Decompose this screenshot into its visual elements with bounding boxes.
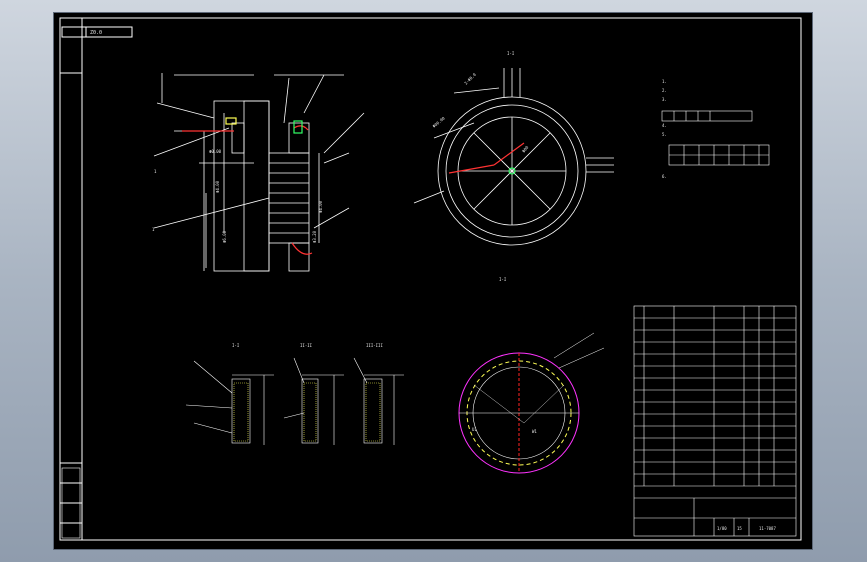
- top-left-label: Z0.0: [90, 30, 102, 36]
- svg-text:Φ00.00: Φ00.00: [431, 115, 446, 128]
- svg-text:1: 1: [154, 169, 157, 174]
- note-2: 2.: [662, 88, 667, 93]
- circular-plan-labels: 2-Φ0.0 Φ00.00 Φ00 I-I: [431, 51, 529, 154]
- svg-text:Φ6.00: Φ6.00: [222, 230, 227, 243]
- note-1: 1.: [662, 79, 667, 84]
- svg-text:I-I: I-I: [499, 277, 507, 282]
- circular-plan-view: [413, 68, 614, 246]
- parts-list-table: [633, 305, 797, 537]
- section-views: [185, 357, 404, 445]
- side-section-view: [153, 73, 365, 272]
- section-hatch: [233, 382, 381, 442]
- winding-diagram: [458, 332, 605, 474]
- circular-plan-colored: [448, 142, 525, 175]
- winding-labels: I-I U1 W1: [472, 277, 537, 434]
- svg-text:I-I: I-I: [507, 51, 515, 56]
- top-left-label-box: Z0.0: [61, 26, 133, 38]
- note-3: 3.: [662, 97, 667, 102]
- svg-text:Φ00: Φ00: [521, 144, 530, 153]
- svg-text:Φ4.00: Φ4.00: [318, 200, 323, 213]
- section-label-3: III-III: [366, 343, 383, 348]
- section-label-2: II-II: [300, 343, 313, 348]
- section-label-1: I-I: [232, 343, 240, 348]
- note-6: 6.: [662, 174, 667, 179]
- scale-b: 15: [737, 526, 742, 531]
- scale-a: 1/80: [717, 526, 727, 531]
- technical-notes: 1. 2. 3. 4. 5. 6.: [661, 79, 770, 179]
- engineering-drawing: Z0.0 Φ0.00 Φ4.00 Φ6.00 Φ4.00 Φ3.20 1 1 2…: [59, 17, 802, 541]
- drawing-number: 11-7087: [759, 526, 776, 531]
- svg-text:U1: U1: [472, 427, 477, 432]
- svg-text:W1: W1: [532, 429, 537, 434]
- svg-text:Φ0.00: Φ0.00: [209, 149, 222, 154]
- svg-text:Φ4.00: Φ4.00: [215, 180, 220, 193]
- note-4: 4.: [662, 123, 667, 128]
- note-5: 5.: [662, 132, 667, 137]
- svg-text:Φ3.20: Φ3.20: [312, 230, 317, 243]
- title-block-text: 1/80 15 11-7087: [717, 526, 776, 531]
- cad-canvas[interactable]: Z0.0 Φ0.00 Φ4.00 Φ6.00 Φ4.00 Φ3.20 1 1 2…: [54, 13, 812, 549]
- section-labels: I-I II-II III-III: [232, 343, 383, 348]
- svg-text:2-Φ0.0: 2-Φ0.0: [463, 72, 477, 86]
